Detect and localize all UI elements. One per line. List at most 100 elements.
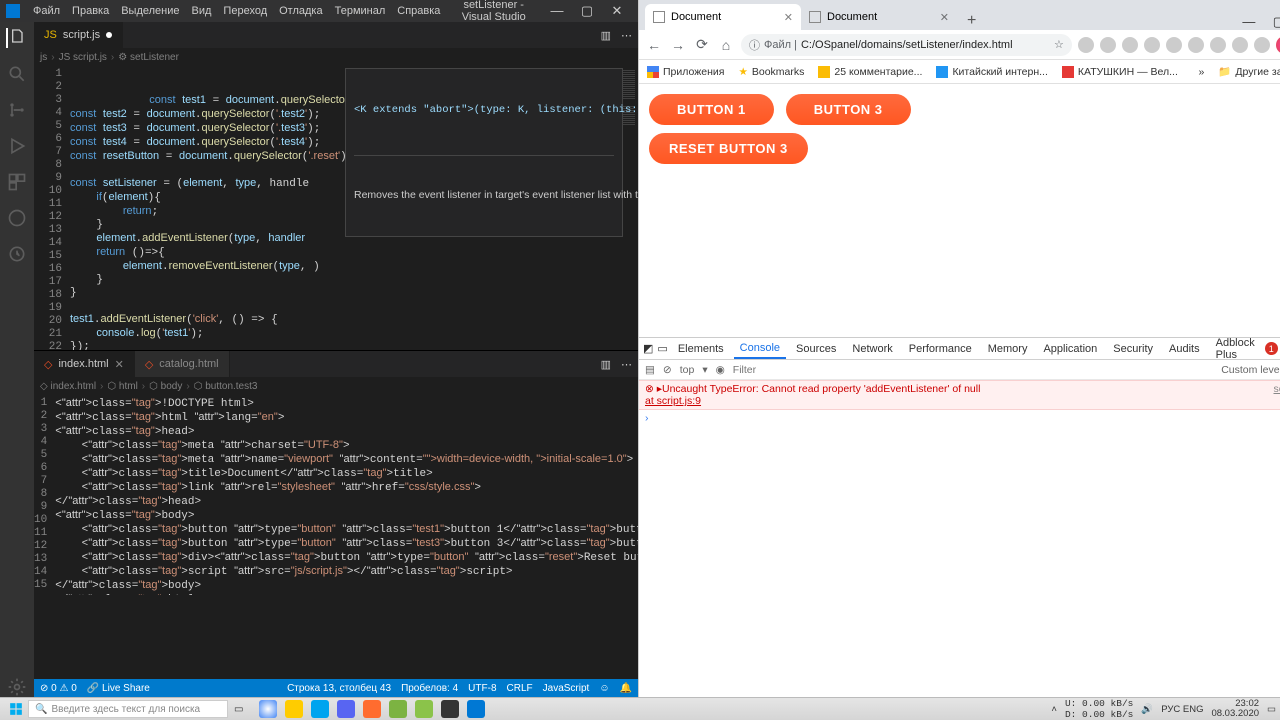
app-icon[interactable]	[415, 700, 433, 718]
extension-icon[interactable]	[1232, 37, 1248, 53]
maximize-button[interactable]: ▢	[1264, 14, 1280, 30]
extension-icon[interactable]	[1188, 37, 1204, 53]
tab-script-js[interactable]: JS script.js	[34, 22, 123, 48]
new-tab-button[interactable]: +	[957, 12, 986, 30]
source-control-icon[interactable]	[7, 100, 27, 120]
files-icon[interactable]	[6, 28, 26, 48]
debug-icon[interactable]	[7, 136, 27, 156]
close-tab-icon[interactable]: ✕	[940, 11, 949, 24]
live-share-status[interactable]: 🔗 Live Share	[87, 683, 150, 694]
start-button[interactable]	[4, 700, 28, 718]
forward-button[interactable]: →	[669, 36, 687, 54]
menu-selection[interactable]: Выделение	[116, 3, 184, 19]
bookmark-item[interactable]: ★Bookmarks	[738, 66, 804, 78]
taskbar-search[interactable]: 🔍 Введите здесь текст для поиска	[28, 700, 228, 718]
console-prompt[interactable]: ›	[639, 410, 1280, 426]
dt-tab-elements[interactable]: Elements	[672, 340, 730, 358]
app-icon[interactable]	[363, 700, 381, 718]
extension-icon[interactable]	[1254, 37, 1270, 53]
menu-view[interactable]: Вид	[187, 3, 217, 19]
app-icon[interactable]	[389, 700, 407, 718]
problems-status[interactable]: ⊘ 0 ⚠ 0	[40, 683, 77, 694]
clear-console-icon[interactable]: ⊘	[663, 364, 672, 376]
bookmark-overflow[interactable]: »	[1198, 66, 1204, 78]
history-icon[interactable]	[7, 244, 27, 264]
encoding-status[interactable]: UTF-8	[468, 683, 496, 694]
reload-button[interactable]: ⟳	[693, 36, 711, 54]
more-icon[interactable]: ⋯	[621, 29, 632, 42]
eol-status[interactable]: CRLF	[507, 683, 533, 694]
home-button[interactable]: ⌂	[717, 36, 735, 54]
bell-icon[interactable]: 🔔	[620, 683, 632, 694]
other-bookmarks[interactable]: 📁 Другие закладки	[1218, 65, 1280, 78]
maximize-button[interactable]: ▢	[572, 3, 602, 19]
device-icon[interactable]: ▭	[657, 342, 667, 355]
dt-tab-memory[interactable]: Memory	[982, 340, 1034, 358]
split-editor-icon[interactable]: ▥	[601, 358, 611, 371]
console-output[interactable]: ⊗ ▸Uncaught TypeError: Cannot read prope…	[639, 380, 1280, 697]
search-icon[interactable]	[7, 64, 27, 84]
menu-debug[interactable]: Отладка	[274, 3, 327, 19]
eye-icon[interactable]: ◉	[716, 364, 725, 376]
menu-file[interactable]: Файл	[28, 3, 65, 19]
bookmark-item[interactable]: 25 комментарие...	[818, 66, 922, 78]
extension-icon[interactable]	[1166, 37, 1182, 53]
inspect-icon[interactable]: ◩	[643, 342, 653, 355]
bookmark-item[interactable]: Китайский интерн...	[936, 66, 1047, 78]
dt-tab-security[interactable]: Security	[1107, 340, 1159, 358]
github-icon[interactable]	[7, 208, 27, 228]
dt-tab-console[interactable]: Console	[734, 339, 786, 359]
chrome-tab[interactable]: Document✕	[801, 4, 957, 30]
close-tab-icon[interactable]: ✕	[784, 11, 793, 24]
menu-edit[interactable]: Правка	[67, 3, 114, 19]
code-editor-top[interactable]: <K extends "abort">(type: K, listener: (…	[70, 66, 588, 350]
dt-tab-performance[interactable]: Performance	[903, 340, 978, 358]
filter-input[interactable]	[733, 364, 1213, 376]
breadcrumb-bottom[interactable]: ◇ index.html› ⬡ html› ⬡ body› ⬡ button.t…	[34, 377, 638, 395]
extension-icon[interactable]	[1100, 37, 1116, 53]
back-button[interactable]: ←	[645, 36, 663, 54]
dt-tab-adblock[interactable]: Adblock Plus	[1210, 334, 1261, 364]
console-error[interactable]: ⊗ ▸Uncaught TypeError: Cannot read prope…	[639, 380, 1280, 410]
close-button[interactable]: ✕	[602, 3, 632, 19]
cursor-position[interactable]: Строка 13, столбец 43	[287, 683, 391, 694]
address-bar[interactable]: ⓘФайл | C:/OSpanel/domains/setListener/i…	[741, 34, 1072, 56]
app-icon[interactable]	[441, 700, 459, 718]
levels-select[interactable]: Custom levels	[1221, 364, 1280, 376]
dt-tab-network[interactable]: Network	[846, 340, 898, 358]
vscode-taskbar-icon[interactable]	[467, 700, 485, 718]
breadcrumb-top[interactable]: js› JS script.js› ⚙ setListener	[34, 48, 638, 66]
button-3[interactable]: BUTTON 3	[786, 94, 911, 125]
code-editor-bottom[interactable]: <"attr">class="tag">!DOCTYPE html> <"att…	[55, 395, 638, 595]
menu-help[interactable]: Справка	[392, 3, 445, 19]
menu-terminal[interactable]: Терминал	[330, 3, 391, 19]
tab-index-html[interactable]: ◇index.html✕	[34, 351, 135, 377]
dt-tab-sources[interactable]: Sources	[790, 340, 842, 358]
feedback-icon[interactable]: ☺	[599, 683, 609, 694]
minimize-button[interactable]: —	[1234, 14, 1264, 30]
extensions-icon[interactable]	[7, 172, 27, 192]
bookmark-item[interactable]: КАТУШКИН — Вел...	[1062, 66, 1178, 78]
dt-tab-application[interactable]: Application	[1037, 340, 1103, 358]
menu-go[interactable]: Переход	[218, 3, 272, 19]
minimize-button[interactable]: —	[542, 3, 572, 19]
tab-catalog-html[interactable]: ◇catalog.html	[135, 351, 230, 377]
dt-tab-audits[interactable]: Audits	[1163, 340, 1206, 358]
notifications-icon[interactable]: ▭	[1267, 704, 1276, 715]
mail-icon[interactable]	[311, 700, 329, 718]
discord-icon[interactable]	[337, 700, 355, 718]
reset-button[interactable]: RESET BUTTON 3	[649, 133, 808, 164]
explorer-icon[interactable]	[285, 700, 303, 718]
settings-gear-icon[interactable]	[7, 677, 27, 697]
error-location-link[interactable]: script.js:9	[1274, 383, 1280, 407]
language-status[interactable]: JavaScript	[543, 683, 590, 694]
extension-icon[interactable]	[1122, 37, 1138, 53]
chrome-tab-active[interactable]: Document✕	[645, 4, 801, 30]
extension-icon[interactable]	[1078, 37, 1094, 53]
button-1[interactable]: BUTTON 1	[649, 94, 774, 125]
console-sidebar-icon[interactable]: ▤	[645, 364, 655, 376]
task-view-icon[interactable]: ▭	[234, 704, 243, 715]
indent-status[interactable]: Пробелов: 4	[401, 683, 458, 694]
apps-button[interactable]: Приложения	[647, 66, 724, 78]
system-tray[interactable]: ˄ U: 0.00 kB/s D: 0.00 kB/s 🔊 РУС ENG 23…	[1051, 698, 1276, 720]
